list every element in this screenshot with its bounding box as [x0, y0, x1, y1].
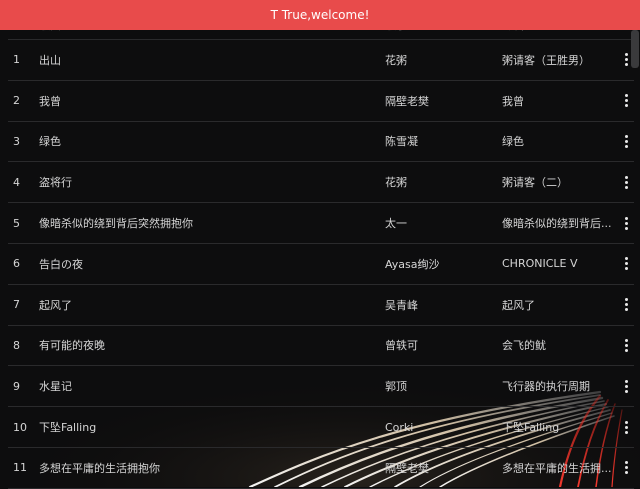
- song-album: 飞行器的执行周期: [502, 380, 590, 394]
- table-row[interactable]: 8 有可能的夜晚 曾轶可 会飞的鱿: [8, 326, 634, 367]
- song-album: 粥请客（王胜男）: [502, 53, 590, 67]
- row-index: 8: [13, 338, 20, 352]
- row-index: 5: [13, 216, 20, 230]
- song-artist: 太一: [385, 217, 407, 231]
- song-artist: 花粥: [385, 53, 407, 67]
- welcome-banner: T True,welcome!: [0, 0, 640, 30]
- song-title: 像暗杀似的绕到背后突然拥抱你: [39, 217, 193, 231]
- row-index: 9: [13, 379, 20, 393]
- song-album: 我曾: [502, 94, 524, 108]
- song-artist: 吴青峰: [385, 298, 418, 312]
- song-title: 绿色: [39, 135, 61, 149]
- row-index: 7: [13, 298, 20, 312]
- more-vertical-icon[interactable]: [618, 244, 634, 284]
- row-index: 6: [13, 257, 20, 271]
- song-artist: 郭顶: [385, 380, 407, 394]
- table-row[interactable]: 7 起风了 吴青峰 起风了: [8, 285, 634, 326]
- table-row[interactable]: 2 我曾 隔壁老樊 我曾: [8, 81, 634, 122]
- row-index: 10: [13, 420, 27, 434]
- table-row[interactable]: 3 绿色 陈雪凝 绿色: [8, 122, 634, 163]
- more-vertical-icon[interactable]: [618, 407, 634, 447]
- song-title: 有可能的夜晚: [39, 339, 105, 353]
- table-row[interactable]: 10 下坠Falling Corki 下坠Falling: [8, 407, 634, 448]
- more-vertical-icon[interactable]: [618, 326, 634, 366]
- scrollbar[interactable]: [631, 30, 639, 68]
- more-vertical-icon[interactable]: [618, 203, 634, 243]
- song-title: 告白の夜: [39, 257, 83, 271]
- song-title: 水星记: [39, 380, 72, 394]
- song-artist: 隔壁老樊: [385, 94, 429, 108]
- song-album: 起风了: [502, 298, 535, 312]
- more-vertical-icon[interactable]: [618, 122, 634, 162]
- table-row[interactable]: 9 水星记 郭顶 飞行器的执行周期: [8, 366, 634, 408]
- song-title: 我曾: [39, 94, 61, 108]
- song-album: 粥请客（二）: [502, 176, 568, 190]
- song-title: 出山: [39, 53, 61, 67]
- song-title: 起风了: [39, 298, 72, 312]
- more-vertical-icon[interactable]: [618, 366, 634, 406]
- song-artist: 花粥: [385, 176, 407, 190]
- table-row[interactable]: 1 出山 花粥 粥请客（王胜男）: [8, 40, 634, 81]
- song-album: 多想在平庸的生活拥...: [502, 461, 612, 475]
- row-index: 4: [13, 175, 20, 189]
- song-artist: 陈雪凝: [385, 135, 418, 149]
- song-title: 盗将行: [39, 176, 72, 190]
- song-title: 多想在平庸的生活拥抱你: [39, 461, 160, 475]
- more-vertical-icon[interactable]: [618, 162, 634, 202]
- song-album: 绿色: [502, 135, 524, 149]
- song-album: CHRONICLE V: [502, 257, 578, 271]
- song-album: 下坠Falling: [502, 421, 560, 435]
- song-artist: 曾轶可: [385, 339, 418, 353]
- song-title: 下坠Falling: [39, 421, 97, 435]
- song-artist: Ayasa绚沙: [385, 257, 440, 271]
- table-row[interactable]: 4 盗将行 花粥 粥请客（二）: [8, 162, 634, 204]
- song-artist: 隔壁老樊: [385, 461, 429, 475]
- table-row[interactable]: 5 像暗杀似的绕到背后突然拥抱你 太一 像暗杀似的绕到背后...: [8, 203, 634, 244]
- row-index: 11: [13, 461, 27, 475]
- row-index: 3: [13, 134, 20, 148]
- row-index: 1: [13, 53, 20, 67]
- song-album: 像暗杀似的绕到背后...: [502, 217, 612, 231]
- song-table: 歌曲 歌手 专辑 1出山花粥粥请客（王胜男）2我曾隔壁老樊我曾3绿色陈雪凝绿色4…: [8, 10, 634, 489]
- more-vertical-icon[interactable]: [618, 81, 634, 121]
- row-index: 2: [13, 94, 20, 108]
- table-row[interactable]: 11 多想在平庸的生活拥抱你 隔壁老樊 多想在平庸的生活拥...: [8, 448, 634, 489]
- table-row[interactable]: 6 告白の夜 Ayasa绚沙 CHRONICLE V: [8, 244, 634, 285]
- song-artist: Corki: [385, 420, 414, 434]
- more-vertical-icon[interactable]: [618, 285, 634, 325]
- more-vertical-icon[interactable]: [618, 448, 634, 488]
- song-album: 会飞的鱿: [502, 339, 546, 353]
